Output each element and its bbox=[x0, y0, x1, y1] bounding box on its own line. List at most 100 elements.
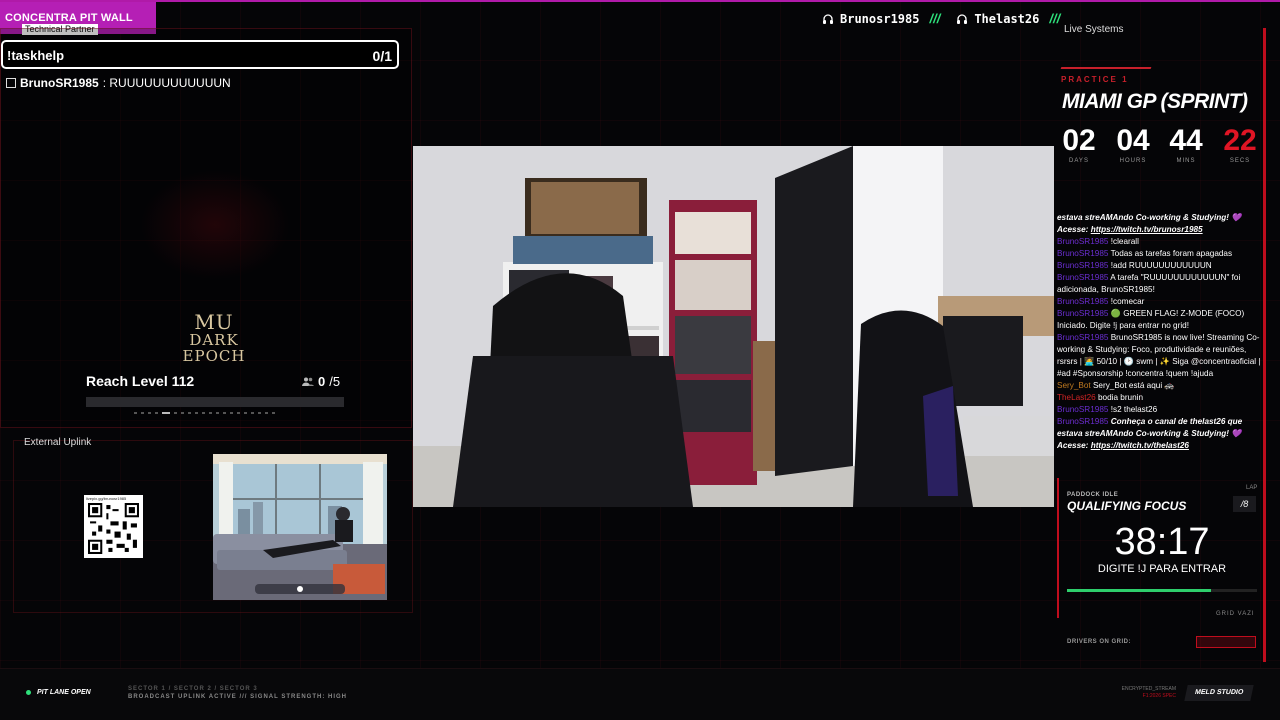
qr-code[interactable]: livepix.gg/brunosr1985 bbox=[84, 495, 143, 558]
separator: /// bbox=[929, 11, 941, 26]
countdown-hours: 04 HOURS bbox=[1111, 124, 1155, 165]
chat-log: estava streAMAndo Co-working & Studying!… bbox=[1057, 212, 1262, 452]
countdown-value: 44 bbox=[1169, 124, 1203, 157]
chat-link[interactable]: https://twitch.tv/thelast26 bbox=[1091, 441, 1189, 450]
chat-text: !comecar bbox=[1110, 297, 1145, 306]
chat-username[interactable]: BrunoSR1985 bbox=[1057, 333, 1111, 342]
chat-message: TheLast26 bodia brunin bbox=[1057, 392, 1262, 404]
chat-message: BrunoSR1985 !clearall bbox=[1057, 236, 1262, 248]
focus-progress-fill bbox=[1067, 589, 1212, 592]
race-title: MIAMI GP (SPRINT) bbox=[1062, 90, 1248, 113]
goal-counter: 0/5 bbox=[302, 374, 340, 389]
qr-icon bbox=[88, 503, 139, 554]
goal-dots bbox=[134, 412, 275, 414]
qr-caption: livepix.gg/brunosr1985 bbox=[86, 496, 127, 501]
users-icon bbox=[302, 377, 314, 386]
separator: /// bbox=[1049, 11, 1061, 26]
chat-message: #ad #Sponsorship !concentra !quem !ajuda bbox=[1057, 368, 1262, 380]
countdown-unit: HOURS bbox=[1119, 158, 1147, 164]
lap-count: /8 bbox=[1233, 496, 1256, 512]
chat-message: Acesse: https://twitch.tv/brunosr1985 bbox=[1057, 224, 1262, 236]
chat-text: Acesse: bbox=[1057, 441, 1091, 450]
host-name: Brunosr1985 bbox=[840, 11, 920, 26]
top-accent-line bbox=[0, 0, 1280, 2]
chat-username[interactable]: BrunoSR1985 bbox=[1057, 405, 1111, 414]
countdown-days: 02 DAYS bbox=[1057, 125, 1101, 165]
right-panel-title: Live Systems bbox=[1064, 24, 1124, 35]
game-glow bbox=[140, 170, 290, 280]
chat-message: Sery_Bot Sery_Bot está aqui 🚓 bbox=[1057, 380, 1262, 392]
drivers-label: DRIVERS ON GRID: bbox=[1067, 639, 1132, 645]
chat-text: Sery_Bot está aqui 🚓 bbox=[1092, 381, 1175, 390]
pit-status-text: PIT LANE OPEN bbox=[37, 689, 91, 696]
chat-text: estava streAMAndo Co-working & Studying!… bbox=[1057, 213, 1242, 222]
chat-message: rsrsrs | 🧑‍💻 50/10 | 🕑 swm | ✨ Siga @con… bbox=[1057, 356, 1262, 368]
countdown-unit: DAYS bbox=[1069, 158, 1089, 164]
chat-text: rsrsrs | 🧑‍💻 50/10 | 🕑 swm | ✨ Siga @con… bbox=[1057, 357, 1261, 366]
studio-badge: MELD STUDIO bbox=[1184, 685, 1254, 701]
countdown-unit: SECS bbox=[1229, 158, 1251, 164]
task-header: !taskhelp 0/1 bbox=[1, 40, 399, 69]
chat-text: 🟢 GREEN FLAG! Z-MODE (FOCO) bbox=[1110, 309, 1245, 318]
enc-line2: F1:2026 SPEC bbox=[1142, 693, 1176, 699]
chat-text: Iniciado. Digite !j para entrar no grid! bbox=[1057, 321, 1189, 330]
chat-message: adicionada, BrunoSR1985! bbox=[1057, 284, 1262, 296]
chat-link[interactable]: https://twitch.tv/brunosr1985 bbox=[1091, 225, 1203, 234]
chat-text: Acesse: bbox=[1057, 225, 1091, 234]
chat-text: #ad #Sponsorship !concentra !quem !ajuda bbox=[1057, 369, 1214, 378]
chat-text: estava streAMAndo Co-working & Studying!… bbox=[1057, 429, 1242, 438]
chat-text: working & Studying: Foco, produtividade … bbox=[1057, 345, 1247, 354]
uplink-text: BROADCAST UPLINK ACTIVE /// SIGNAL STREN… bbox=[128, 694, 348, 700]
countdown-value: 04 bbox=[1116, 124, 1150, 157]
game-goal: Reach Level 112 bbox=[86, 373, 195, 389]
task-command: !taskhelp bbox=[7, 48, 65, 63]
chat-text: bodia brunin bbox=[1097, 393, 1144, 402]
sectors-text: SECTOR 1 / SECTOR 2 / SECTOR 3 bbox=[128, 686, 258, 692]
goal-progress-bar bbox=[86, 397, 344, 407]
chat-username[interactable]: TheLast26 bbox=[1057, 393, 1098, 402]
game-logo: MU DARK EPOCH bbox=[158, 312, 270, 364]
hosts-bar: Brunosr1985 /// Thelast26 /// bbox=[822, 11, 1070, 26]
pit-status: PIT LANE OPEN bbox=[26, 689, 91, 696]
focus-timer: 38:17 bbox=[1114, 521, 1210, 563]
chat-message: BrunoSR1985 🟢 GREEN FLAG! Z-MODE (FOCO) bbox=[1057, 308, 1262, 320]
goal-total: /5 bbox=[329, 374, 341, 389]
external-title: External Uplink bbox=[24, 437, 92, 448]
lofi-thumbnail bbox=[213, 454, 387, 600]
chat-username[interactable]: BrunoSR1985 bbox=[1057, 237, 1111, 246]
chat-message: Iniciado. Digite !j para entrar no grid! bbox=[1057, 320, 1262, 332]
task-count: 0/1 bbox=[372, 48, 392, 64]
chat-message: BrunoSR1985 !s2 thelast26 bbox=[1057, 404, 1262, 416]
chat-username[interactable]: BrunoSR1985 bbox=[1057, 261, 1111, 270]
status-dot-icon bbox=[26, 690, 31, 695]
task-user: BrunoSR1985 bbox=[20, 76, 99, 90]
lap-label: LAP bbox=[1246, 485, 1258, 491]
task-item[interactable]: BrunoSR1985: RUUUUUUUUUUUUN bbox=[6, 76, 231, 90]
camera-feed bbox=[413, 146, 1054, 507]
chat-text: A tarefa "RUUUUUUUUUUUUN" foi bbox=[1110, 273, 1241, 282]
chat-text: Todas as tarefas foram apagadas bbox=[1110, 249, 1233, 258]
chat-username[interactable]: BrunoSR1985 bbox=[1057, 297, 1111, 306]
chat-text: adicionada, BrunoSR1985! bbox=[1057, 285, 1155, 294]
chat-username[interactable]: BrunoSR1985 bbox=[1057, 249, 1111, 258]
headphones-icon bbox=[957, 13, 968, 24]
chat-message: estava streAMAndo Co-working & Studying!… bbox=[1057, 428, 1262, 440]
countdown-value: 22 bbox=[1223, 124, 1257, 157]
focus-title: QUALIFYING FOCUS bbox=[1067, 499, 1187, 513]
chat-username[interactable]: BrunoSR1985 bbox=[1057, 273, 1110, 282]
chat-text: !add RUUUUUUUUUUUUN bbox=[1110, 261, 1212, 270]
headphones-icon bbox=[823, 13, 833, 24]
encryption-label: ENCRYPTED_STREAM F1:2026 SPEC bbox=[1118, 686, 1176, 700]
focus-subtitle: DIGITE !J PARA ENTRAR bbox=[1097, 563, 1227, 575]
drivers-box bbox=[1196, 636, 1256, 648]
chat-username[interactable]: BrunoSR1985 bbox=[1057, 417, 1111, 426]
chat-message: BrunoSR1985 A tarefa "RUUUUUUUUUUUUN" fo… bbox=[1057, 272, 1262, 284]
host-item: Brunosr1985 bbox=[822, 12, 919, 26]
chat-text: BrunoSR1985 is now live! Streaming Co- bbox=[1110, 333, 1260, 342]
checkbox-icon[interactable] bbox=[6, 78, 16, 88]
chat-username[interactable]: BrunoSR1985 bbox=[1057, 309, 1111, 318]
chat-username[interactable]: Sery_Bot bbox=[1057, 381, 1093, 390]
task-text: : RUUUUUUUUUUUUN bbox=[102, 76, 231, 90]
chat-message: BrunoSR1985 !comecar bbox=[1057, 296, 1262, 308]
countdown-secs: 22 SECS bbox=[1218, 124, 1262, 165]
